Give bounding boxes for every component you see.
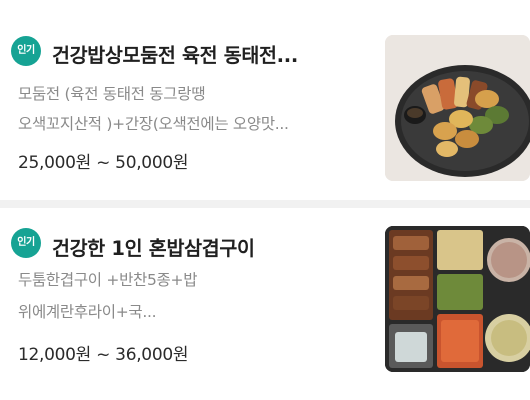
menu-item[interactable]: 인기 건강한 1인 혼밥삼겹구이 두툼한겹구이 +반찬5종+밥 위에계란후라이+… xyxy=(0,208,530,400)
jeon-platter-photo-icon xyxy=(385,35,530,181)
menu-item-description-line1: 두툼한겹구이 +반찬5종+밥 xyxy=(18,271,198,289)
menu-item-price: 25,000원 ~ 50,000원 xyxy=(18,153,189,173)
menu-item[interactable]: 인기 건강밥상모둠전 육전 동태전... 모둠전 (육전 동태전 동그랑땡 오색… xyxy=(0,0,530,200)
menu-item-price: 12,000원 ~ 36,000원 xyxy=(18,345,189,365)
menu-item-photo xyxy=(385,35,530,181)
pork-belly-lunchbox-photo-icon xyxy=(385,226,530,372)
menu-item-photo xyxy=(385,226,530,372)
menu-item-description-line1: 모둠전 (육전 동태전 동그랑땡 xyxy=(18,85,206,103)
popular-badge: 인기 xyxy=(11,36,41,66)
section-divider xyxy=(0,200,530,208)
menu-item-description-line2: 오색꼬지산적 )+간장(오색전에는 오양맛... xyxy=(18,115,289,133)
popular-badge: 인기 xyxy=(11,228,41,258)
menu-item-description-line2: 위에계란후라이+국... xyxy=(18,303,157,321)
menu-item-title: 건강한 1인 혼밥삼겹구이 xyxy=(52,237,255,260)
menu-item-title: 건강밥상모둠전 육전 동태전... xyxy=(52,44,298,67)
